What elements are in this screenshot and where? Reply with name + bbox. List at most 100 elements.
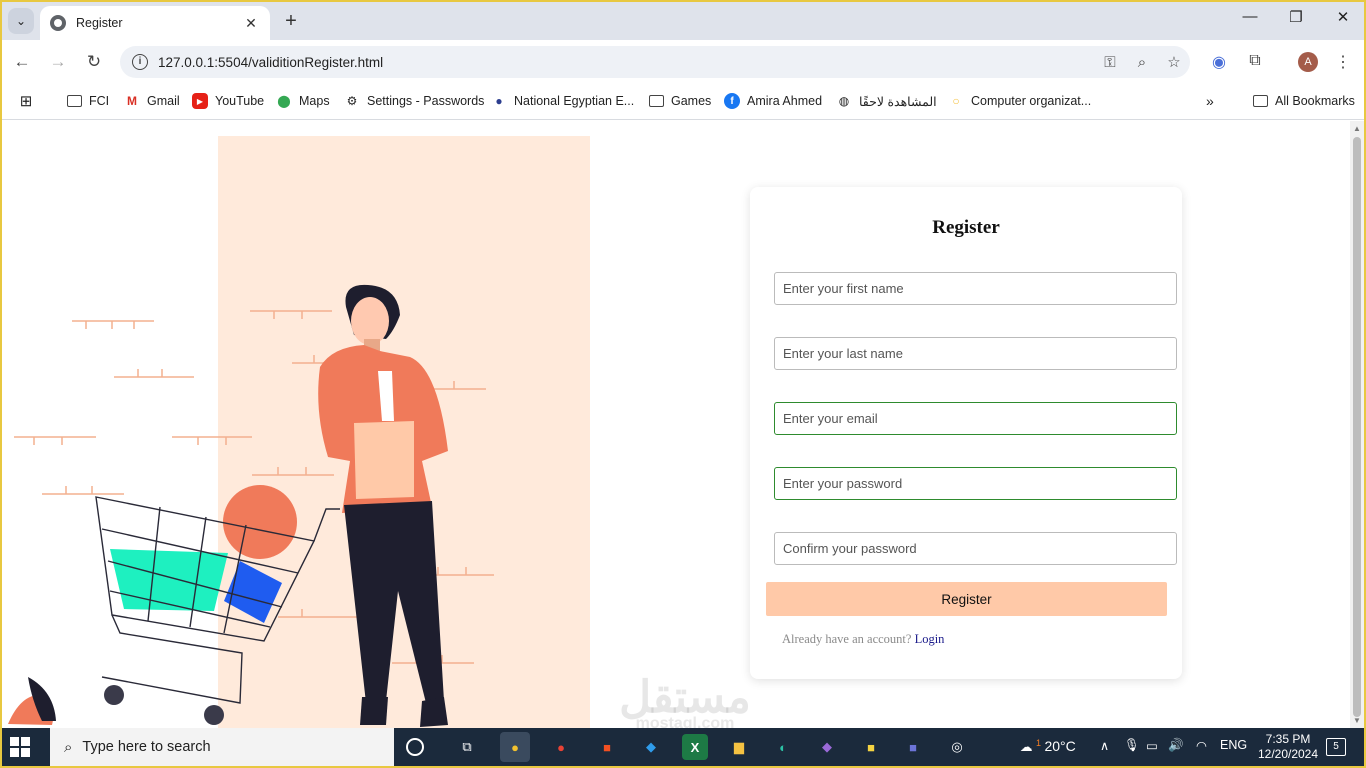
globe-icon xyxy=(50,15,66,31)
chrome-icon[interactable]: ● xyxy=(500,732,530,762)
email-input[interactable] xyxy=(774,402,1177,435)
taskbar-clock[interactable]: 7:35 PM 12/20/2024 xyxy=(1252,732,1324,762)
windows-store-icon[interactable]: ■ xyxy=(594,734,620,760)
login-link[interactable]: Login xyxy=(915,632,945,646)
zoom-icon[interactable]: ⌕ xyxy=(1126,54,1158,71)
taskbar-search[interactable]: ⌕ Type here to search xyxy=(50,728,394,766)
wifi-icon[interactable]: ◠ xyxy=(1196,738,1207,753)
page-scrollbar[interactable]: ▲ ▼ xyxy=(1350,121,1364,728)
restore-button[interactable]: ❐ xyxy=(1281,8,1311,26)
minimize-button[interactable]: — xyxy=(1235,8,1265,25)
more-bookmarks-icon[interactable]: » xyxy=(1206,93,1214,109)
gmail-icon: M xyxy=(127,94,137,108)
close-tab-icon[interactable]: ✕ xyxy=(242,15,260,32)
login-prompt-line: Already have an account? Login xyxy=(782,632,944,647)
back-button[interactable]: ← xyxy=(10,50,34,74)
site-icon: ○ xyxy=(952,94,960,108)
bookmark-label: FCI xyxy=(89,94,110,108)
weather-widget[interactable]: ☁ 1 20°C xyxy=(1020,738,1076,754)
bookmark-computer-organization[interactable]: ○ Computer organizat... xyxy=(948,93,1091,109)
bookmark-label: Maps xyxy=(299,94,330,108)
chrome-profile-icon[interactable]: ● xyxy=(548,734,574,760)
weather-icon: ☁ xyxy=(1020,740,1033,755)
edge-icon[interactable]: ◐ xyxy=(770,734,796,760)
new-tab-button[interactable]: + xyxy=(280,10,302,32)
language-indicator[interactable]: ENG xyxy=(1220,738,1247,752)
search-icon: ⌕ xyxy=(64,738,73,756)
apps-grid-icon[interactable]: ⊞ xyxy=(18,93,41,110)
bookmark-label: YouTube xyxy=(215,94,265,108)
all-bookmarks[interactable]: All Bookmarks xyxy=(1252,93,1355,109)
facebook-icon: f xyxy=(724,93,740,109)
sticky-app-icon[interactable]: ■ xyxy=(858,734,884,760)
weather-badge: 1 xyxy=(1035,738,1041,748)
bookmark-label: Games xyxy=(671,94,712,108)
visual-studio-icon[interactable]: ◆ xyxy=(814,734,840,760)
bookmark-maps[interactable]: ⬤ Maps xyxy=(276,93,330,109)
bookmark-youtube[interactable]: ▶ YouTube xyxy=(192,93,264,109)
bookmark-label: Computer organizat... xyxy=(971,94,1092,108)
maps-icon: ⬤ xyxy=(277,94,291,108)
extensions-puzzle-icon[interactable]: ⧉ xyxy=(1244,52,1266,70)
site-info-icon[interactable]: i xyxy=(132,54,148,70)
scrollbar-thumb[interactable] xyxy=(1353,137,1361,717)
site-icon: ● xyxy=(495,94,503,108)
bookmark-label: المشاهدة لاحقًا xyxy=(859,94,937,109)
bookmark-gmail[interactable]: M Gmail xyxy=(124,93,180,109)
bookmark-national-egyptian[interactable]: ● National Egyptian E... xyxy=(491,93,634,109)
bookmark-watch-later[interactable]: ◍ المشاهدة لاحقًا xyxy=(836,93,937,109)
star-icon[interactable]: ☆ xyxy=(1158,53,1190,71)
password-input[interactable] xyxy=(774,467,1177,500)
login-prompt-text: Already have an account? xyxy=(782,632,912,646)
task-view-icon[interactable]: ⧉ xyxy=(454,734,480,760)
bookmarks-bar: ⊞ FCI M Gmail ▶ YouTube ⬤ Maps ⚙ Settings - … xyxy=(2,84,1364,120)
register-button[interactable]: Register xyxy=(766,582,1167,616)
folder-icon xyxy=(648,93,664,109)
tab-search-button[interactable]: ⌄ xyxy=(8,8,34,34)
extension-icon[interactable]: ◉ xyxy=(1208,52,1230,72)
form-title: Register xyxy=(932,217,1000,238)
bookmark-settings-passwords[interactable]: ⚙ Settings - Passwords xyxy=(344,93,485,109)
forward-button[interactable]: → xyxy=(46,50,70,74)
excel-icon[interactable]: X xyxy=(682,734,708,760)
windows-start-icon[interactable] xyxy=(10,737,30,757)
microphone-icon[interactable]: 🎙 xyxy=(1124,738,1140,753)
first-name-input[interactable] xyxy=(774,272,1177,305)
address-bar[interactable]: i 127.0.0.1:5504/validitionRegister.html… xyxy=(120,46,1190,78)
url-text: 127.0.0.1:5504/validitionRegister.html xyxy=(158,54,384,70)
bookmark-label: Settings - Passwords xyxy=(367,94,485,108)
key-icon[interactable]: ⚿ xyxy=(1094,54,1126,71)
folder-icon xyxy=(66,93,82,109)
tray-chevron-icon[interactable]: ∧ xyxy=(1100,738,1109,753)
tab-title: Register xyxy=(76,16,123,30)
bookmark-amira-ahmed[interactable]: f Amira Ahmed xyxy=(724,93,822,109)
taskbar-search-placeholder: Type here to search xyxy=(82,739,211,755)
gear-icon: ⚙ xyxy=(346,94,358,108)
volume-icon[interactable]: 🔊 xyxy=(1168,738,1184,753)
tab-register[interactable]: Register ✕ xyxy=(40,6,270,40)
battery-icon[interactable]: ▭ xyxy=(1146,738,1158,753)
obs-icon[interactable]: ◎ xyxy=(944,734,970,760)
teams-icon[interactable]: ■ xyxy=(900,734,926,760)
menu-icon[interactable]: ⋮ xyxy=(1332,52,1354,72)
vscode-icon[interactable]: ◆ xyxy=(638,734,664,760)
avatar[interactable]: A xyxy=(1298,52,1318,72)
page-viewport: Register Register Already have an accoun… xyxy=(2,121,1350,728)
close-window-button[interactable]: ✕ xyxy=(1328,8,1358,26)
scroll-down-icon[interactable]: ▼ xyxy=(1353,716,1361,725)
folder-icon xyxy=(1252,93,1268,109)
notification-center-icon[interactable]: 5 xyxy=(1326,738,1346,756)
bookmark-label: Gmail xyxy=(147,94,180,108)
scroll-up-icon[interactable]: ▲ xyxy=(1353,124,1361,133)
bookmark-games[interactable]: Games xyxy=(648,93,711,109)
bookmark-fci[interactable]: FCI xyxy=(66,93,109,109)
file-explorer-icon[interactable]: ▆ xyxy=(726,734,752,760)
weather-temp: 20°C xyxy=(1044,738,1076,755)
all-bookmarks-label: All Bookmarks xyxy=(1275,94,1355,108)
clock-time: 7:35 PM xyxy=(1265,732,1311,746)
last-name-input[interactable] xyxy=(774,337,1177,370)
confirm-password-input[interactable] xyxy=(774,532,1177,565)
shopping-illustration xyxy=(8,136,590,728)
reload-button[interactable]: ↻ xyxy=(82,50,106,74)
cortana-icon[interactable] xyxy=(406,738,424,756)
